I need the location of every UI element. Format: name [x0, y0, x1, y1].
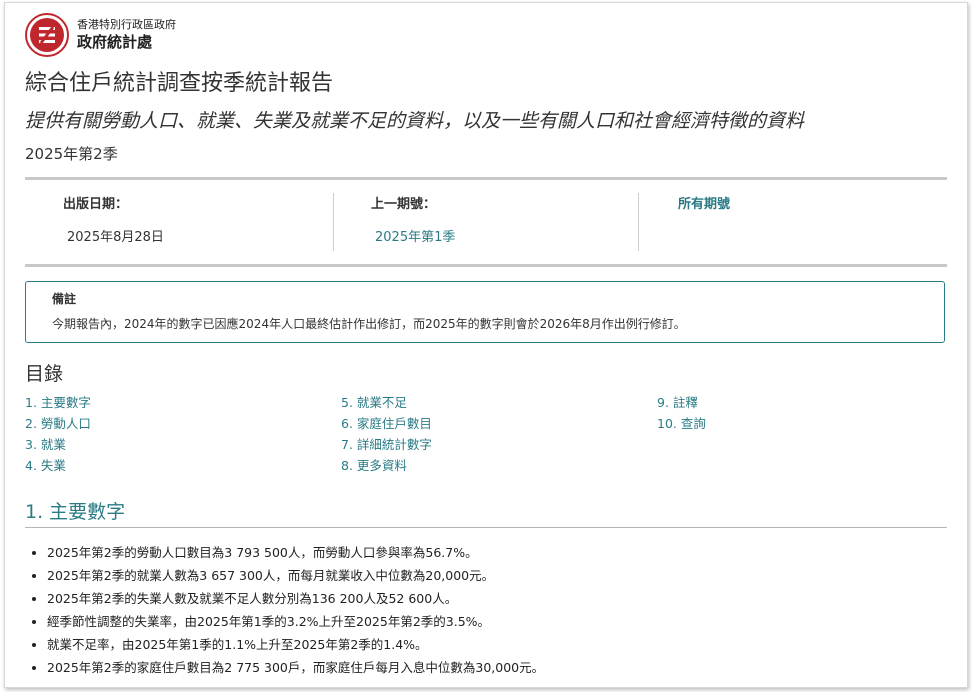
release-date-block: 出版日期： 2025年8月28日	[63, 193, 164, 251]
org-name[interactable]: 香港特別行政區政府 政府統計處	[77, 18, 176, 52]
list-item: 2025年第2季的家庭住戶數目為2 775 300戶，而家庭住戶每月入息中位數為…	[47, 656, 544, 679]
toc-column-1: 1. 主要數字 2. 勞動人口 3. 就業 4. 失業	[25, 392, 91, 476]
all-issues-block: 所有期號	[678, 193, 730, 251]
info-separator	[638, 193, 639, 251]
toc-link[interactable]: 2. 勞動人口	[25, 413, 91, 434]
toc-link[interactable]: 10. 查詢	[657, 413, 706, 434]
site-header: 香港特別行政區政府 政府統計處	[25, 9, 176, 61]
list-item: 2025年第2季的勞動人口數目為3 793 500人，而勞動人口參與率為56.7…	[47, 541, 544, 564]
csd-logo-icon[interactable]	[25, 13, 69, 57]
note-title: 備註	[52, 292, 77, 306]
list-item: 經季節性調整的失業率，由2025年第1季的3.2%上升至2025年第2季的3.5…	[47, 610, 544, 633]
toc-link[interactable]: 3. 就業	[25, 434, 91, 455]
previous-issue-link[interactable]: 2025年第1季	[375, 230, 455, 245]
divider-bottom	[25, 264, 947, 267]
report-period: 2025年第2季	[25, 145, 118, 163]
all-issues-link[interactable]: 所有期號	[678, 197, 730, 212]
org-name-sub: 香港特別行政區政府	[77, 18, 176, 31]
page-subtitle: 提供有關勞動人口、就業、失業及就業不足的資料，以及一些有關人口和社會經濟特徵的資…	[25, 110, 805, 132]
note-box: 備註 今期報告內，2024年的數字已因應2024年人口最終估計作出修訂，而202…	[25, 281, 945, 343]
previous-issue-label: 上一期號：	[371, 197, 437, 212]
logo-emblem	[30, 18, 64, 52]
logo-symbol-icon	[39, 26, 55, 44]
divider-top	[25, 177, 947, 180]
page-frame: 香港特別行政區政府 政府統計處 綜合住戶統計調查按季統計報告 提供有關勞動人口、…	[4, 2, 968, 688]
note-text: 今期報告內，2024年的數字已因應2024年人口最終估計作出修訂，而2025年的…	[52, 317, 686, 331]
toc-link[interactable]: 5. 就業不足	[341, 392, 432, 413]
toc-title: 目錄	[25, 363, 64, 385]
section-title-key-figures: 1. 主要數字	[25, 501, 126, 523]
toc-column-2: 5. 就業不足 6. 家庭住戶數目 7. 詳細統計數字 8. 更多資料	[341, 392, 432, 476]
toc-column-3: 9. 註釋 10. 查詢	[657, 392, 706, 434]
toc-link[interactable]: 6. 家庭住戶數目	[341, 413, 432, 434]
list-item: 就業不足率，由2025年第1季的1.1%上升至2025年第2季的1.4%。	[47, 633, 544, 656]
previous-issue-block: 上一期號： 2025年第1季	[371, 193, 455, 251]
section-divider	[25, 527, 947, 528]
toc-link[interactable]: 7. 詳細統計數字	[341, 434, 432, 455]
list-item: 2025年第2季的就業人數為3 657 300人，而每月就業收入中位數為20,0…	[47, 564, 544, 587]
toc-link[interactable]: 1. 主要數字	[25, 392, 91, 413]
info-separator	[333, 193, 334, 251]
toc-link[interactable]: 9. 註釋	[657, 392, 706, 413]
toc-link[interactable]: 8. 更多資料	[341, 455, 432, 476]
release-date-value: 2025年8月28日	[67, 230, 164, 245]
org-name-main: 政府統計處	[77, 33, 153, 51]
release-date-label: 出版日期：	[63, 197, 129, 212]
key-figures-list: 2025年第2季的勞動人口數目為3 793 500人，而勞動人口參與率為56.7…	[29, 541, 544, 679]
list-item: 2025年第2季的失業人數及就業不足人數分別為136 200人及52 600人。	[47, 587, 544, 610]
toc-link[interactable]: 4. 失業	[25, 455, 91, 476]
page-title: 綜合住戶統計調查按季統計報告	[25, 71, 334, 96]
